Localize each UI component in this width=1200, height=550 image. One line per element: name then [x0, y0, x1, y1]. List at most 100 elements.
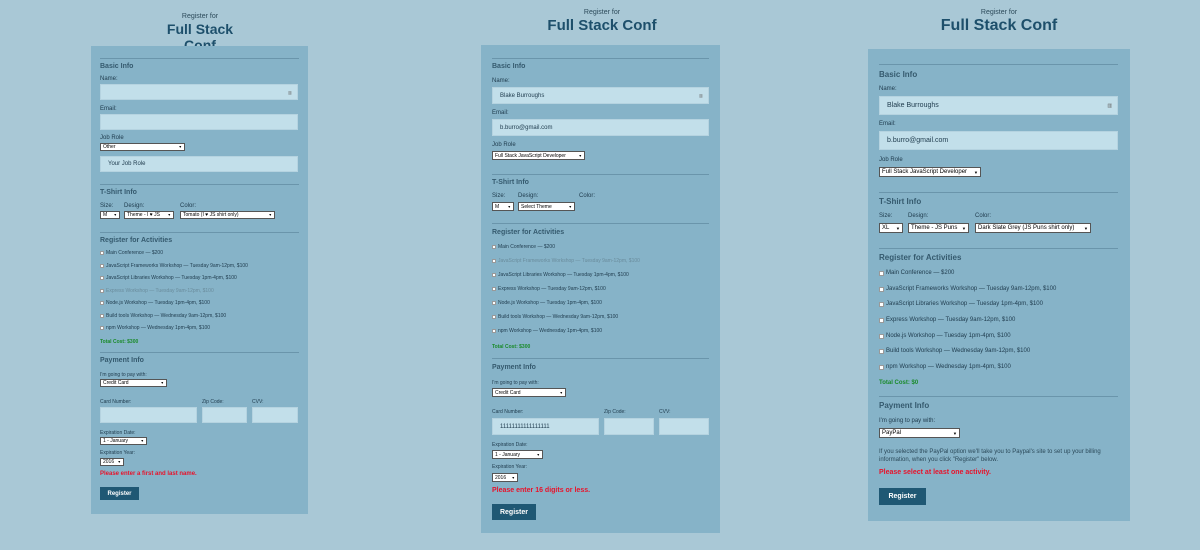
name-label: Name:	[492, 78, 510, 84]
activity-nodejs[interactable]: Node.js Workshop — Tuesday 1pm-4pm, $100	[492, 300, 602, 306]
color-select[interactable]: Dark Slate Grey (JS Puns shirt only) ▼	[975, 223, 1091, 233]
design-select[interactable]: Theme - JS Puns ▼	[908, 223, 969, 233]
section-activities: Register for Activities	[492, 229, 565, 236]
page-title: Full Stack Conf	[940, 17, 1058, 34]
activity-nodejs[interactable]: Node.js Workshop — Tuesday 1pm-4pm, $100	[100, 300, 210, 306]
register-button[interactable]: Register	[100, 487, 139, 500]
name-field[interactable]: ▥	[100, 84, 298, 100]
design-select[interactable]: Select Theme ▼	[518, 202, 575, 211]
divider	[879, 192, 1118, 193]
email-field[interactable]: b.burro@gmail.com	[492, 119, 709, 136]
activity-js-libraries[interactable]: JavaScript Libraries Workshop — Tuesday …	[100, 275, 237, 281]
checkbox[interactable]	[492, 245, 496, 249]
checkbox[interactable]	[879, 317, 884, 323]
section-activities: Register for Activities	[879, 253, 962, 262]
activity-npm[interactable]: npm Workshop — Wednesday 1pm-4pm, $100	[879, 364, 1011, 370]
activity-npm[interactable]: npm Workshop — Wednesday 1pm-4pm, $100	[492, 328, 602, 334]
checkbox[interactable]	[100, 264, 104, 268]
size-label: Size:	[100, 203, 114, 209]
payment-select[interactable]: Credit Card ▼	[100, 379, 167, 387]
dropdown-arrow-icon: ▼	[895, 225, 900, 231]
register-button[interactable]: Register	[492, 504, 536, 520]
activity-main-conference[interactable]: Main Conference — $200	[492, 244, 555, 250]
color-label: Color:	[579, 193, 596, 199]
checkbox[interactable]	[100, 289, 104, 293]
name-field[interactable]: Blake Burroughs ▥	[879, 96, 1118, 115]
design-select[interactable]: Theme - I ♥ JS ▼	[124, 211, 174, 219]
expiration-year-select[interactable]: 2016 ▼	[492, 473, 518, 482]
expiration-month-select[interactable]: 1 - January ▼	[100, 437, 147, 445]
checkbox[interactable]	[879, 333, 884, 339]
zip-code-field[interactable]	[604, 418, 654, 435]
checkbox[interactable]	[100, 326, 104, 330]
checkbox[interactable]	[879, 348, 884, 354]
checkbox[interactable]	[100, 301, 104, 305]
activity-js-libraries[interactable]: JavaScript Libraries Workshop — Tuesday …	[492, 272, 629, 278]
color-select[interactable]: Tomato (I ♥ JS shirt only) ▼	[180, 211, 275, 219]
payment-select[interactable]: PayPal ▼	[879, 428, 960, 438]
activity-express[interactable]: Express Workshop — Tuesday 9am-12pm, $10…	[879, 317, 1015, 323]
activity-npm[interactable]: npm Workshop — Wednesday 1pm-4pm, $100	[100, 325, 210, 331]
autofill-key-icon: ▥	[699, 93, 703, 98]
card-number-field[interactable]: 11111111111111111	[492, 418, 599, 435]
checkbox[interactable]	[492, 273, 496, 277]
zip-code-field[interactable]	[202, 407, 247, 423]
activity-express[interactable]: Express Workshop — Tuesday 9am-12pm, $10…	[100, 288, 214, 294]
cvv-field[interactable]	[252, 407, 298, 423]
divider	[100, 232, 299, 233]
name-field[interactable]: Blake Burroughs ▥	[492, 87, 709, 104]
activity-express[interactable]: Express Workshop — Tuesday 9am-12pm, $10…	[492, 286, 606, 292]
checkbox[interactable]	[492, 329, 496, 333]
checkbox[interactable]	[492, 301, 496, 305]
size-select[interactable]: M ▼	[100, 211, 120, 219]
other-job-role-field[interactable]: Your Job Role	[100, 156, 298, 172]
activity-main-conference[interactable]: Main Conference — $200	[879, 270, 954, 276]
activity-build-tools[interactable]: Build tools Workshop — Wednesday 9am-12p…	[492, 314, 618, 320]
cvv-field[interactable]	[659, 418, 709, 435]
checkbox[interactable]	[492, 259, 496, 263]
email-field[interactable]	[100, 114, 298, 130]
autofill-key-icon: ▥	[1107, 103, 1112, 109]
checkbox[interactable]	[492, 315, 496, 319]
design-label: Design:	[908, 213, 929, 219]
checkbox[interactable]	[879, 270, 884, 276]
activity-build-tools[interactable]: Build tools Workshop — Wednesday 9am-12p…	[879, 348, 1030, 354]
email-field[interactable]: b.burro@gmail.com	[879, 131, 1118, 150]
divider	[879, 64, 1118, 65]
checkbox[interactable]	[879, 301, 884, 307]
dropdown-arrow-icon: ▼	[117, 460, 121, 464]
checkbox[interactable]	[100, 276, 104, 280]
job-role-select[interactable]: Full Stack JavaScript Developer ▼	[492, 151, 585, 160]
checkbox[interactable]	[100, 251, 104, 255]
checkbox[interactable]	[879, 364, 884, 370]
register-button[interactable]: Register	[879, 488, 926, 505]
checkbox[interactable]	[100, 314, 104, 318]
size-select[interactable]: M ▼	[492, 202, 514, 211]
dropdown-arrow-icon: ▼	[973, 169, 978, 175]
registration-form: Basic Info Name: Blake Burroughs ▥ Email:…	[481, 45, 720, 533]
error-message: Please enter 16 digits or less.	[492, 487, 591, 494]
activity-main-conference[interactable]: Main Conference — $200	[100, 250, 163, 256]
expiration-month-select[interactable]: 1 - January ▼	[492, 450, 543, 459]
expiration-year-label: Expiration Year:	[492, 464, 528, 470]
activity-js-libraries[interactable]: JavaScript Libraries Workshop — Tuesday …	[879, 301, 1043, 307]
section-basic-info: Basic Info	[100, 63, 134, 70]
activity-js-frameworks[interactable]: JavaScript Frameworks Workshop — Tuesday…	[492, 258, 640, 264]
dropdown-arrow-icon: ▼	[536, 452, 540, 457]
checkbox[interactable]	[879, 286, 884, 292]
header-subtitle: Register for	[583, 9, 621, 16]
activity-js-frameworks[interactable]: JavaScript Frameworks Workshop — Tuesday…	[100, 263, 248, 269]
activity-js-frameworks[interactable]: JavaScript Frameworks Workshop — Tuesday…	[879, 286, 1056, 292]
payment-select[interactable]: Credit Card ▼	[492, 388, 566, 397]
autofill-key-icon: ▥	[288, 89, 292, 95]
header: Register for Full Stack Conf	[540, 9, 664, 34]
activity-nodejs[interactable]: Node.js Workshop — Tuesday 1pm-4pm, $100	[879, 333, 1011, 339]
expiration-year-select[interactable]: 2016 ▼	[100, 458, 124, 466]
card-number-field[interactable]	[100, 407, 197, 423]
size-select[interactable]: XL ▼	[879, 223, 903, 233]
job-role-select[interactable]: Full Stack JavaScript Developer ▼	[879, 167, 981, 177]
activity-build-tools[interactable]: Build tools Workshop — Wednesday 9am-12p…	[100, 313, 226, 319]
dropdown-arrow-icon: ▼	[559, 390, 563, 395]
job-role-select[interactable]: Other ▼	[100, 143, 185, 151]
checkbox[interactable]	[492, 287, 496, 291]
